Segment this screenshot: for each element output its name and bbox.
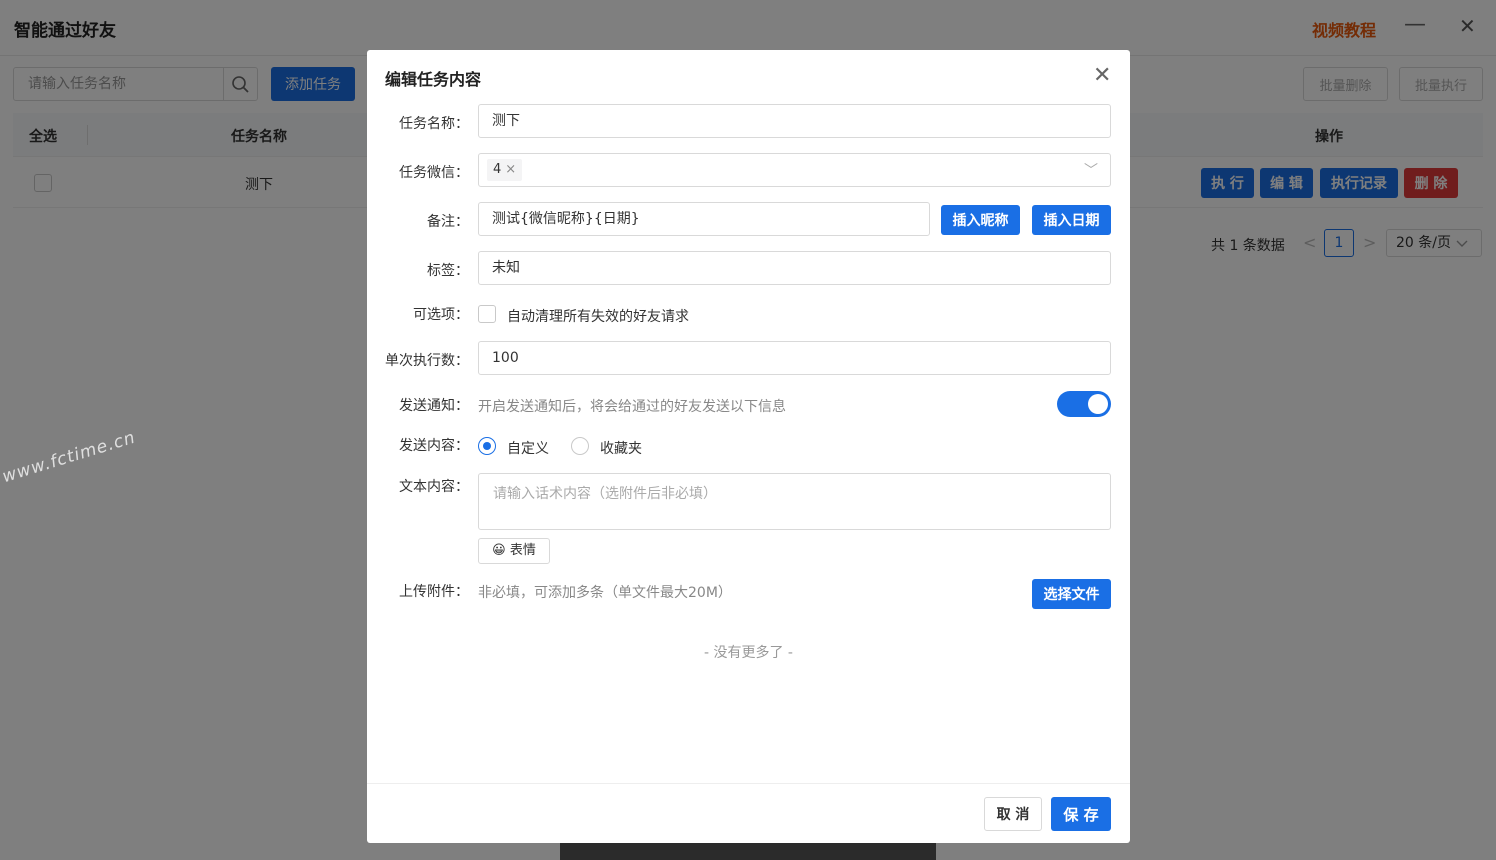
task-name-label: 任务名称：	[399, 116, 469, 132]
options-label: 可选项：	[413, 307, 469, 323]
save-button[interactable]: 保 存	[1051, 797, 1111, 831]
auto-clean-text[interactable]: 自动清理所有失效的好友请求	[507, 306, 689, 326]
auto-clean-checkbox[interactable]	[478, 305, 496, 323]
emoji-icon: 😀	[492, 543, 506, 558]
insert-nickname-button[interactable]: 插入昵称	[941, 205, 1020, 235]
radio-favorites[interactable]	[571, 437, 589, 455]
emoji-button-label: 表情	[509, 543, 536, 558]
task-wechat-select[interactable]: 4 × ﹀	[478, 153, 1111, 187]
text-content-textarea[interactable]: 请输入话术内容（选附件后非必填）	[478, 473, 1111, 530]
attachment-label: 上传附件：	[399, 584, 469, 600]
wechat-tag: 4 ×	[487, 159, 523, 181]
notify-label: 发送通知：	[399, 398, 469, 414]
tag-input[interactable]: 未知	[478, 251, 1111, 285]
text-content-label: 文本内容：	[399, 479, 469, 495]
emoji-button[interactable]: 😀 表情	[478, 538, 550, 564]
tag-label: 标签：	[427, 263, 469, 279]
chevron-down-icon: ﹀	[1084, 163, 1098, 179]
toggle-knob	[1088, 394, 1108, 414]
radio-custom[interactable]	[478, 437, 496, 455]
remark-input[interactable]: 测试{微信昵称}{日期}	[478, 202, 930, 236]
notify-toggle[interactable]	[1057, 391, 1111, 417]
batch-count-input[interactable]: 100	[478, 341, 1111, 375]
tag-close-icon[interactable]: ×	[505, 162, 516, 177]
dialog-title: 编辑任务内容	[385, 70, 482, 89]
radio-favorites-label[interactable]: 收藏夹	[600, 438, 642, 458]
edit-task-dialog: 编辑任务内容 ✕ 任务名称： 测下 任务微信： 4 × ﹀ 备注： 测试{微信昵称…	[367, 50, 1130, 843]
dialog-close-icon[interactable]: ✕	[1093, 63, 1111, 88]
notify-hint: 开启发送通知后，将会给通过的好友发送以下信息	[478, 399, 786, 415]
no-more-text: - 没有更多了 -	[703, 645, 793, 661]
choose-file-button[interactable]: 选择文件	[1032, 579, 1111, 609]
insert-date-button[interactable]: 插入日期	[1032, 205, 1111, 235]
batch-count-label: 单次执行数：	[385, 353, 469, 369]
task-name-input[interactable]: 测下	[478, 104, 1111, 138]
wechat-tag-text: 4	[493, 162, 502, 177]
task-wechat-label: 任务微信：	[399, 165, 469, 181]
attachment-hint: 非必填，可添加多条（单文件最大20M）	[478, 585, 732, 601]
remark-label: 备注：	[427, 214, 469, 230]
send-content-label: 发送内容：	[399, 438, 469, 454]
dialog-footer-divider	[367, 783, 1130, 784]
cancel-button[interactable]: 取 消	[984, 797, 1042, 831]
radio-custom-label[interactable]: 自定义	[507, 438, 549, 458]
